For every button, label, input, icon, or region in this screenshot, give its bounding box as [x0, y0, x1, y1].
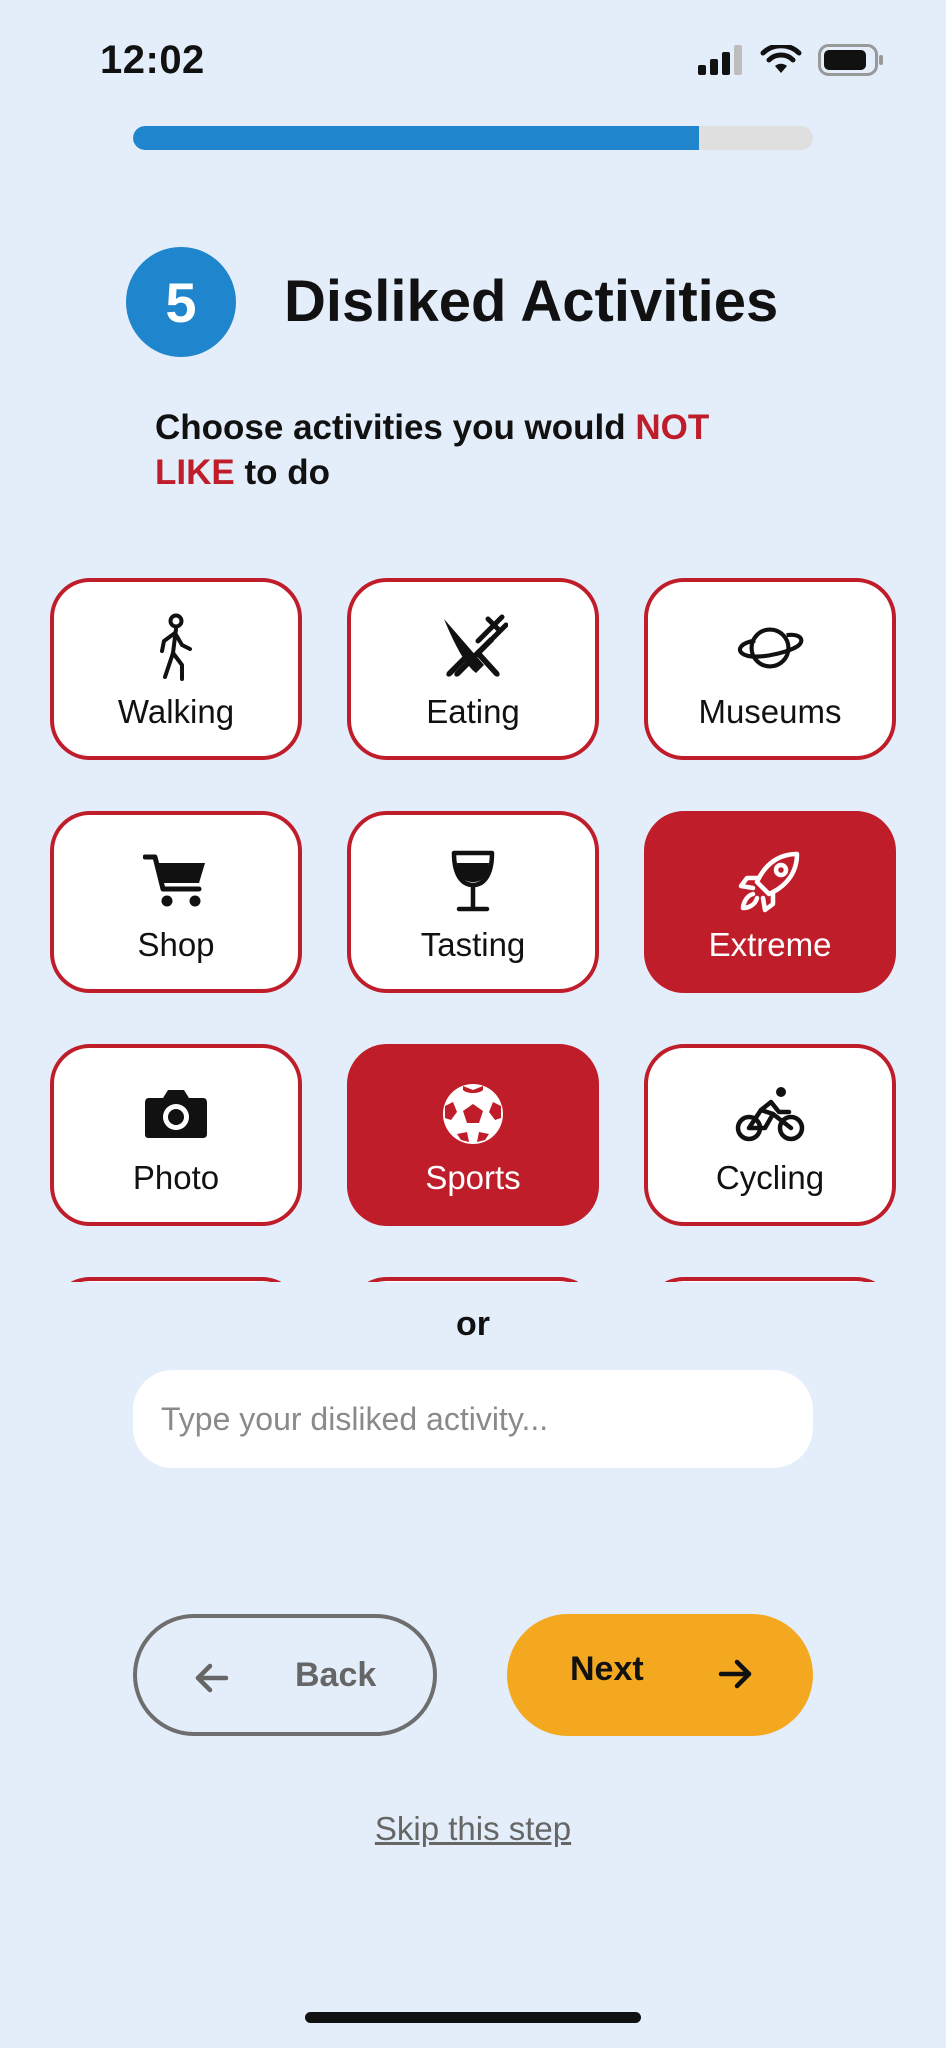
- progress-fill: [133, 126, 700, 150]
- activity-label: Museums: [698, 693, 842, 730]
- home-indicator[interactable]: [305, 2012, 641, 2023]
- rocket-icon: [735, 846, 805, 916]
- activity-label: Tasting: [420, 926, 526, 963]
- page-title: Disliked Activities: [284, 269, 779, 334]
- signal-icon: [698, 45, 742, 75]
- arrow-left-icon: [195, 1663, 229, 1693]
- wine-glass-icon: [438, 846, 508, 916]
- custom-activity-input[interactable]: [133, 1370, 813, 1468]
- activity-label: Walking: [117, 693, 235, 730]
- back-button[interactable]: Back: [133, 1614, 437, 1736]
- activity-tile-sports[interactable]: Sports: [347, 1044, 599, 1226]
- activity-tile-cycling[interactable]: Cycling: [644, 1044, 896, 1226]
- progress-bar: [133, 126, 813, 150]
- activity-label: Extreme: [708, 926, 832, 963]
- cart-icon: [141, 846, 211, 916]
- activity-grid: Walking Eating Museums Shop Tasting Extr…: [0, 560, 946, 1282]
- next-button-label: Next: [570, 1650, 644, 1688]
- activity-tile-photo[interactable]: Photo: [50, 1044, 302, 1226]
- status-icons: [698, 44, 884, 76]
- back-button-label: Back: [295, 1656, 377, 1694]
- wifi-icon: [760, 45, 802, 73]
- arrow-right-icon: [718, 1659, 752, 1689]
- subtitle-text-end: to do: [234, 453, 330, 492]
- activity-label: Sports: [425, 1159, 521, 1196]
- camera-icon: [141, 1079, 211, 1149]
- subtitle: Choose activities you would NOT LIKE to …: [155, 405, 795, 495]
- activity-tile-more[interactable]: [644, 1277, 896, 1282]
- activity-tile-shop[interactable]: Shop: [50, 811, 302, 993]
- fork-knife-icon: [438, 613, 508, 683]
- skip-step-link[interactable]: Skip this step: [0, 1810, 946, 1848]
- status-time: 12:02: [100, 38, 205, 82]
- soccer-ball-icon: [438, 1079, 508, 1149]
- activity-label: Shop: [137, 926, 215, 963]
- walking-icon: [141, 613, 211, 683]
- next-button[interactable]: Next: [507, 1614, 813, 1736]
- activity-tile-extreme[interactable]: Extreme: [644, 811, 896, 993]
- or-separator: or: [456, 1305, 490, 1343]
- activity-tile-tasting[interactable]: Tasting: [347, 811, 599, 993]
- activity-label: Cycling: [715, 1159, 825, 1196]
- battery-icon: [818, 44, 883, 76]
- activity-label: Eating: [426, 693, 520, 730]
- activity-label: Photo: [132, 1159, 220, 1196]
- planet-icon: [735, 613, 805, 683]
- activity-tile-museums[interactable]: Museums: [644, 578, 896, 760]
- cyclist-icon: [735, 1079, 805, 1149]
- activity-tile-more[interactable]: [347, 1277, 599, 1282]
- step-number-badge: 5: [126, 247, 236, 357]
- subtitle-text: Choose activities you would: [155, 408, 636, 447]
- activity-tile-walking[interactable]: Walking: [50, 578, 302, 760]
- activity-tile-eating[interactable]: Eating: [347, 578, 599, 760]
- activity-tile-more[interactable]: [50, 1277, 302, 1282]
